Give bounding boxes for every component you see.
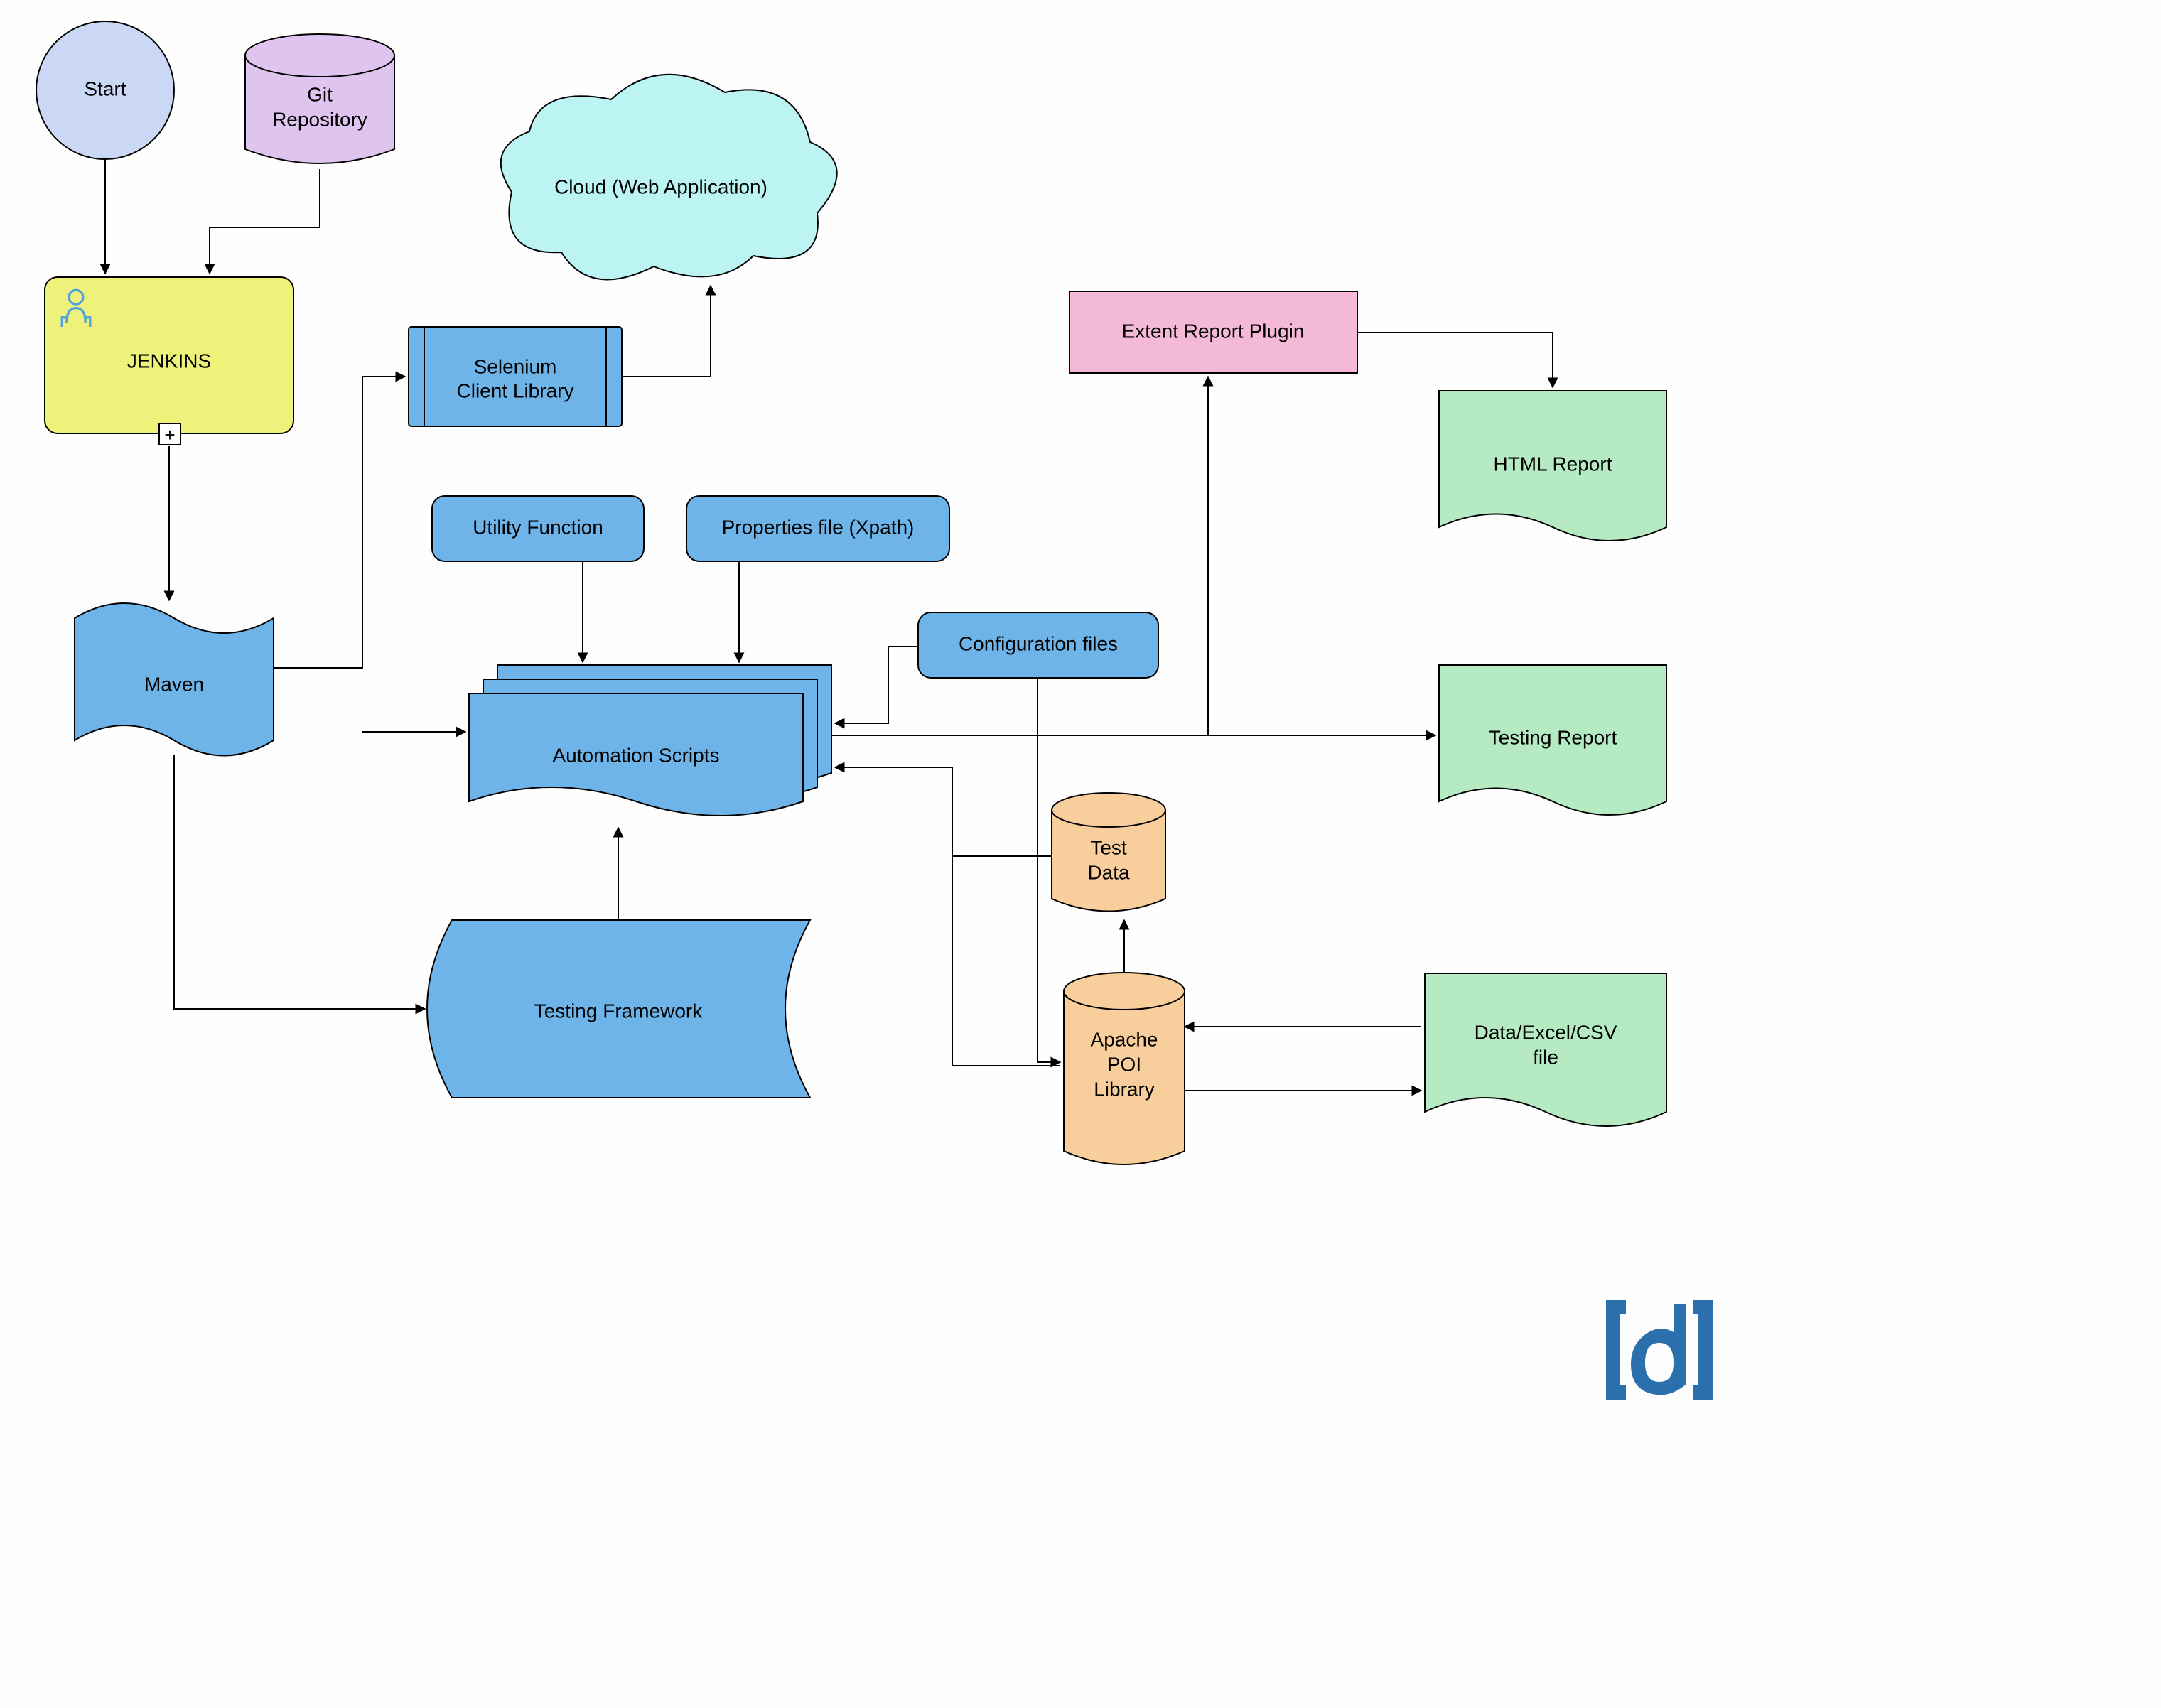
svg-text:+: + xyxy=(164,424,175,445)
logo-icon xyxy=(1606,1300,1713,1400)
data-file-node: Data/Excel/CSV file xyxy=(1425,973,1666,1126)
testdata-label-2: Data xyxy=(1087,861,1130,883)
cloud-node: Cloud (Web Application) xyxy=(501,75,837,280)
testing-report-node: Testing Report xyxy=(1439,665,1666,815)
git-repository-node: Git Repository xyxy=(245,34,394,163)
html-report-node: HTML Report xyxy=(1439,391,1666,541)
apache-label-1: Apache xyxy=(1091,1028,1158,1050)
datafile-label-1: Data/Excel/CSV xyxy=(1475,1021,1617,1043)
jenkins-node: JENKINS + xyxy=(45,277,293,445)
cloud-label: Cloud (Web Application) xyxy=(554,175,767,198)
selenium-label-1: Selenium xyxy=(474,355,557,377)
apache-label-3: Library xyxy=(1094,1078,1155,1100)
configuration-files-node: Configuration files xyxy=(918,612,1158,678)
start-label: Start xyxy=(84,77,126,99)
utility-function-node: Utility Function xyxy=(432,496,644,561)
extent-report-node: Extent Report Plugin xyxy=(1069,291,1357,373)
test-data-node: Test Data xyxy=(1052,793,1165,912)
testing-framework-label: Testing Framework xyxy=(534,1000,704,1022)
properties-label: Properties file (Xpath) xyxy=(722,516,915,538)
jenkins-label: JENKINS xyxy=(127,350,211,372)
extent-label: Extent Report Plugin xyxy=(1122,320,1305,342)
html-report-label: HTML Report xyxy=(1493,453,1612,475)
selenium-node: Selenium Client Library xyxy=(409,327,622,426)
utility-label: Utility Function xyxy=(473,516,603,538)
automation-scripts-node: Automation Scripts xyxy=(469,665,831,816)
testdata-label-1: Test xyxy=(1090,836,1127,858)
datafile-label-2: file xyxy=(1533,1046,1558,1068)
maven-node: Maven xyxy=(75,603,274,756)
git-label-2: Repository xyxy=(272,108,367,130)
start-node: Start xyxy=(36,21,174,159)
apache-poi-node: Apache POI Library xyxy=(1064,973,1185,1164)
selenium-label-2: Client Library xyxy=(457,379,574,401)
testing-framework-node: Testing Framework xyxy=(427,920,810,1098)
apache-label-2: POI xyxy=(1107,1053,1141,1075)
properties-file-node: Properties file (Xpath) xyxy=(686,496,949,561)
maven-label: Maven xyxy=(144,673,204,695)
architecture-diagram: Start Git Repository Cloud (Web Applicat… xyxy=(0,0,2161,1704)
testing-report-label: Testing Report xyxy=(1489,726,1617,748)
config-label: Configuration files xyxy=(959,632,1118,654)
git-label-1: Git xyxy=(307,83,333,105)
automation-label: Automation Scripts xyxy=(553,744,720,766)
